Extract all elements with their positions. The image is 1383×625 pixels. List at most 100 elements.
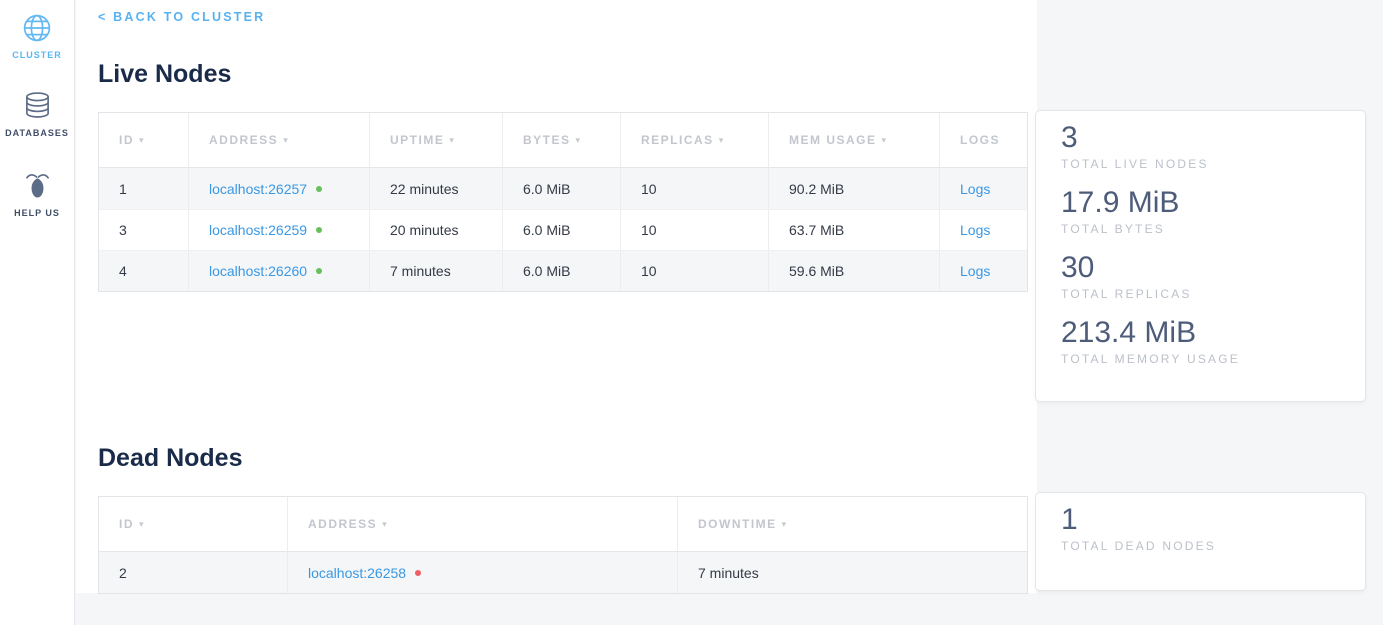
column-header-id[interactable]: ID ▾ [99, 113, 188, 167]
column-header-label: BYTES [523, 133, 571, 147]
sort-arrow-icon: ▾ [382, 519, 388, 530]
sidebar-item-databases[interactable]: DATABASES [0, 91, 74, 138]
column-header-label: ADDRESS [209, 133, 278, 147]
column-header-mem-usage[interactable]: MEM USAGE ▾ [768, 113, 939, 167]
node-address-cell: localhost:26258 [287, 552, 677, 593]
summary-stat: 17.9 MiB TOTAL BYTES [1061, 185, 1345, 236]
sidebar-item-label: DATABASES [0, 128, 74, 138]
logs-link[interactable]: Logs [960, 222, 990, 238]
sort-arrow-icon: ▾ [576, 135, 582, 146]
bug-icon [22, 171, 52, 201]
node-bytes-cell: 6.0 MiB [502, 168, 620, 209]
dead-status-dot [415, 570, 421, 576]
sort-arrow-icon: ▾ [719, 135, 725, 146]
node-replicas-cell: 10 [620, 210, 768, 250]
logs-link[interactable]: Logs [960, 263, 990, 279]
column-header-id[interactable]: ID ▾ [99, 497, 287, 551]
sort-arrow-icon: ▾ [449, 135, 455, 146]
sort-arrow-icon: ▾ [283, 135, 289, 146]
sort-arrow-icon: ▾ [139, 519, 145, 530]
dead-table-header-row: ID ▾ ADDRESS ▾ DOWNTIME ▾ [99, 497, 1027, 552]
column-header-label: ID [119, 517, 134, 531]
column-header-bytes[interactable]: BYTES ▾ [502, 113, 620, 167]
column-header-address[interactable]: ADDRESS ▾ [287, 497, 677, 551]
node-address-link[interactable]: localhost:26258 [308, 565, 406, 581]
column-header-label: ADDRESS [308, 517, 377, 531]
stat-value: 30 [1061, 250, 1345, 286]
summary-stat: 213.4 MiB TOTAL MEMORY USAGE [1061, 315, 1345, 366]
stat-label: TOTAL BYTES [1061, 222, 1345, 236]
dead-nodes-summary-panel: 1 TOTAL DEAD NODES [1035, 492, 1366, 591]
node-address-cell: localhost:26260 [188, 251, 369, 291]
stat-label: TOTAL REPLICAS [1061, 287, 1345, 301]
column-header-label: LOGS [960, 133, 1000, 147]
live-nodes-table: ID ▾ ADDRESS ▾ UPTIME ▾ BYTES ▾ REPLICAS ▾ ME… [98, 112, 1028, 292]
node-replicas-cell: 10 [620, 251, 768, 291]
node-address-cell: localhost:26259 [188, 210, 369, 250]
back-to-cluster-link[interactable]: < BACK TO CLUSTER [98, 10, 265, 24]
node-id-cell: 3 [99, 210, 188, 250]
dead-nodes-table: ID ▾ ADDRESS ▾ DOWNTIME ▾ 2 localhost:26258… [98, 496, 1028, 594]
stat-label: TOTAL LIVE NODES [1061, 157, 1345, 171]
summary-stat: 3 TOTAL LIVE NODES [1061, 120, 1345, 171]
node-id-cell: 1 [99, 168, 188, 209]
node-bytes-cell: 6.0 MiB [502, 251, 620, 291]
node-id-cell: 2 [99, 552, 287, 593]
node-address-link[interactable]: localhost:26259 [209, 222, 307, 238]
sort-arrow-icon: ▾ [882, 135, 888, 146]
sidebar-item-cluster[interactable]: CLUSTER [0, 13, 74, 60]
dead-nodes-title: Dead Nodes [98, 444, 242, 473]
node-address-cell: localhost:26257 [188, 168, 369, 209]
live-status-dot [316, 186, 322, 192]
column-header-label: MEM USAGE [789, 133, 877, 147]
node-bytes-cell: 6.0 MiB [502, 210, 620, 250]
node-logs-cell: Logs [939, 168, 1027, 209]
live-nodes-summary-panel: 3 TOTAL LIVE NODES 17.9 MiB TOTAL BYTES … [1035, 110, 1366, 402]
stat-label: TOTAL DEAD NODES [1061, 539, 1345, 553]
stat-value: 213.4 MiB [1061, 315, 1345, 351]
stat-value: 1 [1061, 502, 1345, 538]
table-row: 4 localhost:26260 7 minutes 6.0 MiB 10 5… [99, 250, 1027, 291]
column-header-label: UPTIME [390, 133, 444, 147]
logs-link[interactable]: Logs [960, 181, 990, 197]
live-status-dot [316, 227, 322, 233]
summary-stat: 1 TOTAL DEAD NODES [1061, 502, 1345, 553]
live-nodes-title: Live Nodes [98, 60, 231, 89]
database-icon [22, 91, 52, 121]
column-header-label: ID [119, 133, 134, 147]
node-logs-cell: Logs [939, 210, 1027, 250]
column-header-logs: LOGS [939, 113, 1027, 167]
table-row: 1 localhost:26257 22 minutes 6.0 MiB 10 … [99, 168, 1027, 209]
column-header-uptime[interactable]: UPTIME ▾ [369, 113, 502, 167]
sort-arrow-icon: ▾ [139, 135, 145, 146]
node-address-link[interactable]: localhost:26260 [209, 263, 307, 279]
sidebar-item-label: CLUSTER [0, 50, 74, 60]
node-uptime-cell: 7 minutes [369, 251, 502, 291]
node-replicas-cell: 10 [620, 168, 768, 209]
node-uptime-cell: 20 minutes [369, 210, 502, 250]
stat-value: 3 [1061, 120, 1345, 156]
sidebar-item-help-us[interactable]: HELP US [0, 171, 74, 218]
live-status-dot [316, 268, 322, 274]
node-downtime-cell: 7 minutes [677, 552, 1027, 593]
node-address-link[interactable]: localhost:26257 [209, 181, 307, 197]
live-table-header-row: ID ▾ ADDRESS ▾ UPTIME ▾ BYTES ▾ REPLICAS ▾ ME… [99, 113, 1027, 168]
node-id-cell: 4 [99, 251, 188, 291]
table-row: 2 localhost:26258 7 minutes [99, 552, 1027, 593]
column-header-label: REPLICAS [641, 133, 714, 147]
stat-label: TOTAL MEMORY USAGE [1061, 352, 1345, 366]
sort-arrow-icon: ▾ [782, 519, 788, 530]
node-uptime-cell: 22 minutes [369, 168, 502, 209]
column-header-replicas[interactable]: REPLICAS ▾ [620, 113, 768, 167]
summary-stat: 30 TOTAL REPLICAS [1061, 250, 1345, 301]
node-mem-usage-cell: 59.6 MiB [768, 251, 939, 291]
node-mem-usage-cell: 63.7 MiB [768, 210, 939, 250]
column-header-downtime[interactable]: DOWNTIME ▾ [677, 497, 1027, 551]
column-header-label: DOWNTIME [698, 517, 777, 531]
column-header-address[interactable]: ADDRESS ▾ [188, 113, 369, 167]
table-row: 3 localhost:26259 20 minutes 6.0 MiB 10 … [99, 209, 1027, 250]
node-logs-cell: Logs [939, 251, 1027, 291]
sidebar: CLUSTER DATABASES HELP US [0, 0, 75, 625]
node-mem-usage-cell: 90.2 MiB [768, 168, 939, 209]
globe-icon [22, 13, 52, 43]
